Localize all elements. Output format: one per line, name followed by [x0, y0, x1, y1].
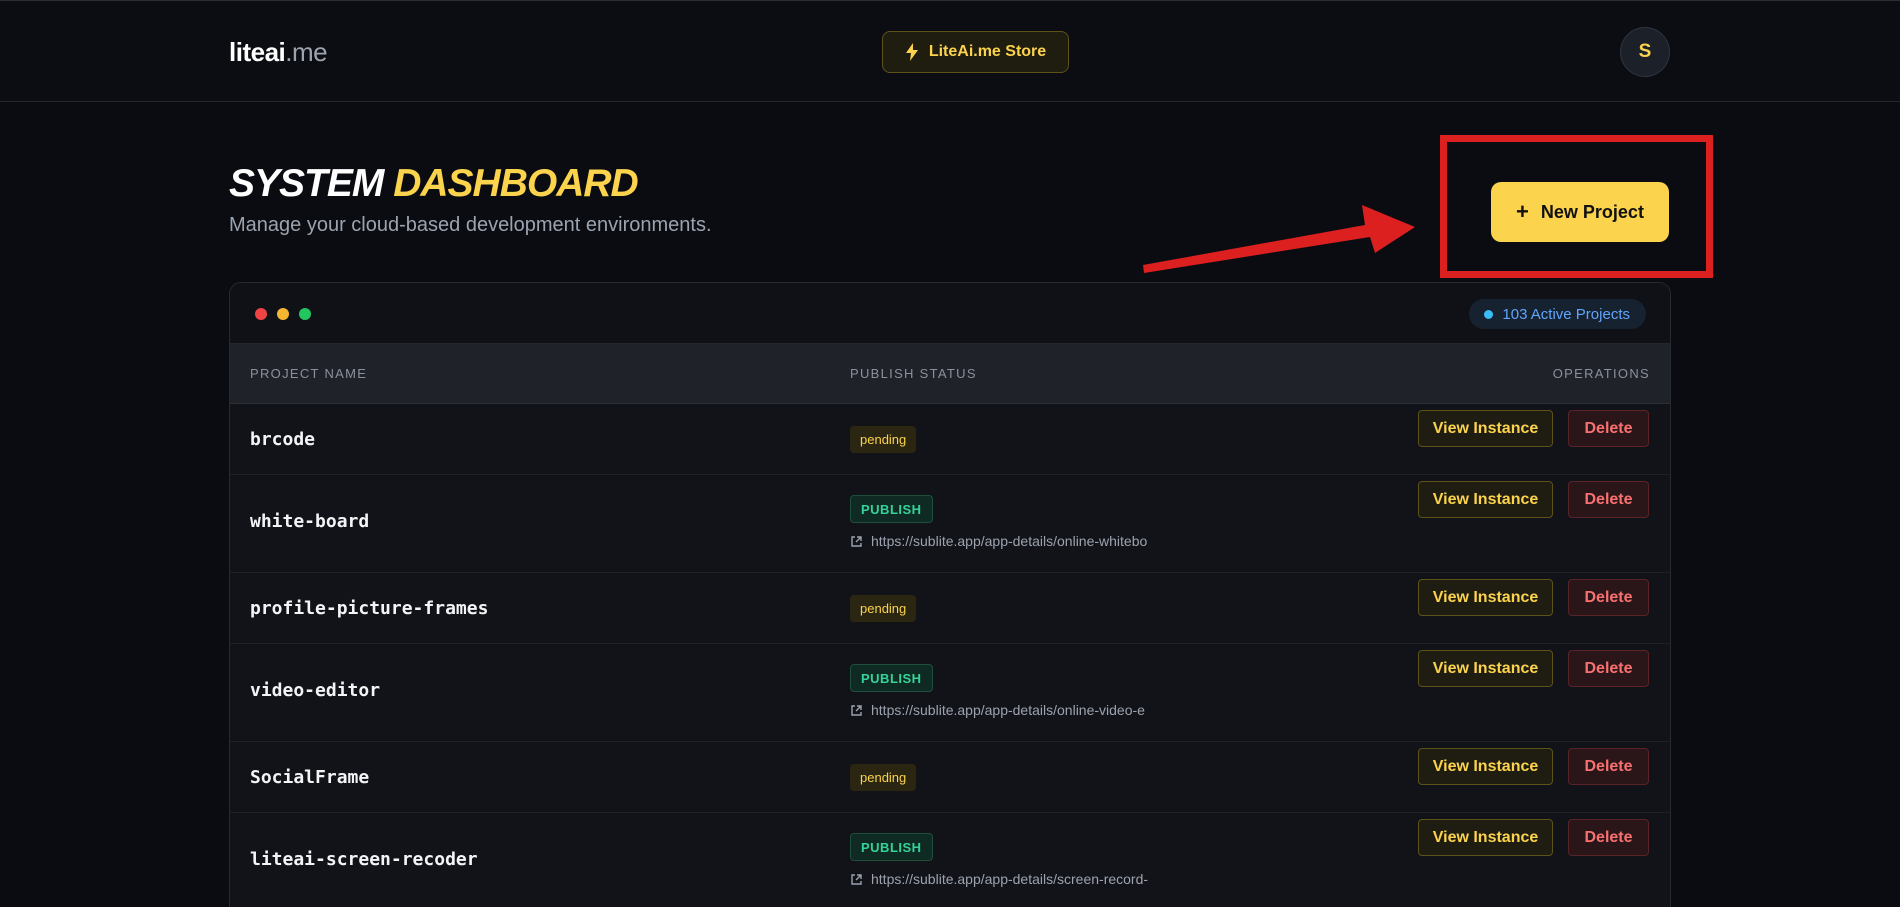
projects-card: 103 Active Projects PROJECT NAME PUBLISH…: [229, 282, 1671, 907]
project-name: profile-picture-frames: [250, 598, 489, 619]
user-avatar[interactable]: S: [1620, 27, 1670, 77]
store-button[interactable]: LiteAi.me Store: [882, 31, 1069, 73]
table-header: PROJECT NAME PUBLISH STATUS OPERATIONS: [230, 344, 1670, 404]
lightning-icon: [905, 43, 918, 61]
yellow-dot-icon: [277, 308, 289, 320]
status-badge: PUBLISH: [850, 495, 933, 523]
delete-button[interactable]: Delete: [1568, 410, 1649, 447]
page-title: SYSTEM DASHBOARD: [229, 162, 639, 205]
view-instance-button[interactable]: View Instance: [1418, 410, 1553, 447]
status-badge: PUBLISH: [850, 664, 933, 692]
view-instance-button[interactable]: View Instance: [1418, 819, 1553, 856]
delete-button[interactable]: Delete: [1568, 481, 1649, 518]
delete-button[interactable]: Delete: [1568, 650, 1649, 687]
project-name: brcode: [250, 429, 316, 450]
project-name: SocialFrame: [250, 767, 370, 788]
status-badge: PUBLISH: [850, 833, 933, 861]
status-dot-icon: [1484, 309, 1494, 319]
col-publish-status: PUBLISH STATUS: [850, 366, 977, 381]
window-dots: [255, 308, 311, 320]
logo[interactable]: liteai.me: [229, 37, 328, 68]
view-instance-button[interactable]: View Instance: [1418, 481, 1553, 518]
publish-link[interactable]: https://sublite.app/app-details/online-w…: [850, 533, 1168, 549]
col-operations: OPERATIONS: [1552, 366, 1650, 381]
project-table-body: brcode pending View Instance Delete white-bo…: [230, 404, 1670, 907]
view-instance-button[interactable]: View Instance: [1418, 748, 1553, 785]
col-project-name: PROJECT NAME: [250, 366, 368, 381]
table-row: brcode pending View Instance Delete: [230, 404, 1670, 475]
active-projects-badge: 103 Active Projects: [1469, 299, 1646, 329]
table-row: liteai-screen-recoder PUBLISH https://sub…: [230, 813, 1670, 907]
external-link-icon: [851, 873, 862, 885]
green-dot-icon: [299, 308, 311, 320]
publish-link[interactable]: https://sublite.app/app-details/screen-r…: [850, 871, 1168, 887]
publish-link[interactable]: https://sublite.app/app-details/online-v…: [850, 702, 1168, 718]
delete-button[interactable]: Delete: [1568, 748, 1649, 785]
card-header: 103 Active Projects: [230, 283, 1670, 344]
annotation-highlight-box: [1440, 135, 1713, 278]
project-name: white-board: [250, 511, 370, 532]
project-name: video-editor: [250, 680, 381, 701]
status-badge: pending: [850, 426, 917, 453]
view-instance-button[interactable]: View Instance: [1418, 579, 1553, 616]
page-subtitle: Manage your cloud-based development envi…: [229, 214, 712, 236]
status-badge: pending: [850, 764, 917, 791]
red-dot-icon: [255, 308, 267, 320]
external-link-icon: [851, 704, 862, 716]
table-row: white-board PUBLISH https://sublite.app/a…: [230, 475, 1670, 573]
status-badge: pending: [850, 595, 917, 622]
table-row: profile-picture-frames pending View Instan…: [230, 573, 1670, 644]
external-link-icon: [851, 535, 862, 547]
top-navbar: liteai.me LiteAi.me Store S: [0, 0, 1900, 102]
project-name: liteai-screen-recoder: [250, 849, 478, 870]
table-row: SocialFrame pending View Instance Delete: [230, 742, 1670, 813]
delete-button[interactable]: Delete: [1568, 819, 1649, 856]
view-instance-button[interactable]: View Instance: [1418, 650, 1553, 687]
store-button-label: LiteAi.me Store: [928, 43, 1047, 60]
table-row: video-editor PUBLISH https://sublite.app/…: [230, 644, 1670, 742]
delete-button[interactable]: Delete: [1568, 579, 1649, 616]
